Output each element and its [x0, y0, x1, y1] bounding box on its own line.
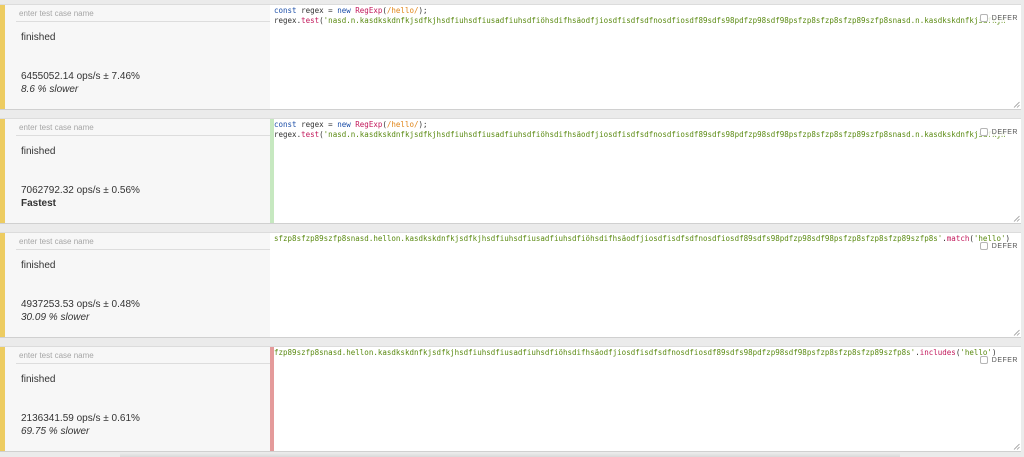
test-case-name-input[interactable]: [16, 236, 270, 250]
defer-toggle[interactable]: DEFER: [977, 242, 1018, 250]
defer-label: DEFER: [991, 14, 1018, 22]
code-token: test: [301, 16, 320, 25]
ops-result: 6455052.14 ops/s ± 7.46%: [21, 71, 140, 82]
code-line: const regex = new RegExp(/hello/);: [274, 120, 428, 130]
test-case-4: finished 2136341.59 ops/s ± 0.61% 69.75 …: [0, 346, 1021, 452]
defer-checkbox[interactable]: [979, 128, 988, 136]
code-token: match: [946, 234, 970, 243]
test-case-info: finished 6455052.14 ops/s ± 7.46% 8.6 % …: [0, 5, 273, 109]
defer-checkbox[interactable]: [979, 356, 988, 364]
comparison-text: 8.6 % slower: [21, 84, 79, 95]
bottom-shadow: [120, 453, 900, 457]
defer-toggle[interactable]: DEFER: [977, 356, 1018, 364]
comparison-text: 30.09 % slower: [21, 312, 90, 323]
code-line: regex.test('nasd.n.kasdkskdnfkjsdfkjhsdf…: [274, 130, 1006, 140]
code-token: 'nasd.n.kasdkskdnfkjsdfkjhsdfiuhsdfiusad…: [323, 130, 1006, 139]
status-text: finished: [21, 146, 56, 157]
status-text: finished: [21, 32, 56, 43]
code-token: regex.: [274, 130, 302, 139]
test-case-info: finished 7062792.32 ops/s ± 0.56% Fastes…: [0, 119, 273, 223]
code-token: );: [418, 6, 428, 15]
code-token: 'nasd.n.kasdkskdnfkjsdfkjhsdfiuhsdfiusad…: [323, 16, 1006, 25]
code-editor[interactable]: fzp89szfp8snasd.hellon.kasdkskdnfkjsdfkj…: [270, 347, 1021, 451]
code-token: new: [337, 120, 351, 129]
resize-handle-icon[interactable]: [1013, 101, 1020, 108]
test-case-info: finished 2136341.59 ops/s ± 0.61% 69.75 …: [0, 347, 273, 451]
code-token: new: [337, 6, 351, 15]
defer-checkbox[interactable]: [979, 242, 988, 250]
resize-handle-icon[interactable]: [1013, 215, 1020, 222]
test-case-list: finished 6455052.14 ops/s ± 7.46% 8.6 % …: [0, 0, 1024, 457]
code-token: const: [274, 6, 297, 15]
code-token: sfzp8sfzp89szfp8snasd.hellon.kasdkskdnfk…: [274, 234, 943, 243]
code-token: regex =: [296, 120, 338, 129]
defer-label: DEFER: [991, 356, 1018, 364]
status-text: finished: [21, 260, 56, 271]
code-line: regex.test('nasd.n.kasdkskdnfkjsdfkjhsdf…: [274, 16, 1006, 26]
defer-checkbox[interactable]: [979, 14, 988, 22]
defer-toggle[interactable]: DEFER: [977, 128, 1018, 136]
test-case-name-input[interactable]: [16, 122, 270, 136]
code-editor[interactable]: const regex = new RegExp(/hello/); regex…: [270, 5, 1021, 109]
code-line: const regex = new RegExp(/hello/);: [274, 6, 428, 16]
code-token: regex =: [296, 6, 338, 15]
ops-result: 2136341.59 ops/s ± 0.61%: [21, 413, 140, 424]
code-token: fzp89szfp8snasd.hellon.kasdkskdnfkjsdfkj…: [274, 348, 916, 357]
defer-label: DEFER: [991, 128, 1018, 136]
test-case-name-input[interactable]: [16, 8, 270, 22]
resize-handle-icon[interactable]: [1013, 329, 1020, 336]
ops-result: 7062792.32 ops/s ± 0.56%: [21, 185, 140, 196]
code-token: );: [418, 120, 428, 129]
ops-result: 4937253.53 ops/s ± 0.48%: [21, 299, 140, 310]
test-case-1: finished 6455052.14 ops/s ± 7.46% 8.6 % …: [0, 4, 1021, 110]
resize-handle-icon[interactable]: [1013, 443, 1020, 450]
code-line: sfzp8sfzp89szfp8snasd.hellon.kasdkskdnfk…: [274, 234, 1010, 244]
comparison-text: 69.75 % slower: [21, 426, 90, 437]
test-case-3: finished 4937253.53 ops/s ± 0.48% 30.09 …: [0, 232, 1021, 338]
code-editor[interactable]: sfzp8sfzp89szfp8snasd.hellon.kasdkskdnfk…: [270, 233, 1021, 337]
code-token: /hello/: [386, 120, 419, 129]
code-token: /hello/: [386, 6, 419, 15]
test-case-name-input[interactable]: [16, 350, 270, 364]
code-token: RegExp: [355, 6, 383, 15]
code-token: regex.: [274, 16, 302, 25]
code-token: const: [274, 120, 297, 129]
defer-toggle[interactable]: DEFER: [977, 14, 1018, 22]
defer-label: DEFER: [991, 242, 1018, 250]
code-token: includes: [919, 348, 956, 357]
code-token: RegExp: [355, 120, 383, 129]
comparison-text: Fastest: [21, 198, 57, 209]
code-editor[interactable]: const regex = new RegExp(/hello/); regex…: [270, 119, 1021, 223]
test-case-info: finished 4937253.53 ops/s ± 0.48% 30.09 …: [0, 233, 273, 337]
code-line: fzp89szfp8snasd.hellon.kasdkskdnfkjsdfkj…: [274, 348, 996, 358]
code-token: test: [301, 130, 320, 139]
status-text: finished: [21, 374, 56, 385]
test-case-2: finished 7062792.32 ops/s ± 0.56% Fastes…: [0, 118, 1021, 224]
